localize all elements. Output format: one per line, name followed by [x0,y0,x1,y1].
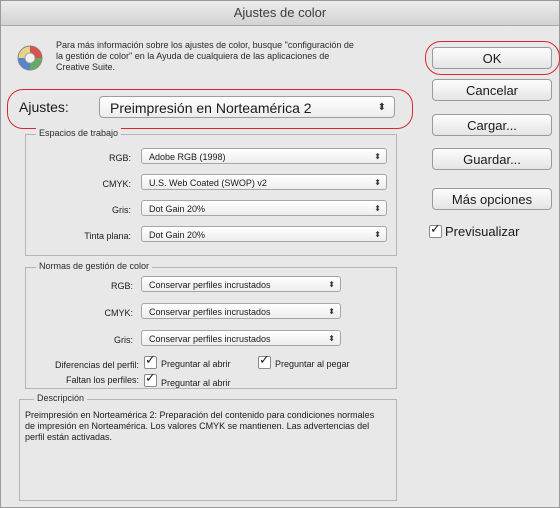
select-arrows-icon: ⬍ [374,178,381,187]
missing-ask-when-opening-checkbox[interactable] [144,370,157,387]
policies-title: Normas de gestión de color [36,261,153,271]
more-options-button[interactable]: Más opciones [432,188,552,210]
load-button[interactable]: Cargar... [432,114,552,136]
color-wheel-icon [17,45,43,71]
policy-gray-select[interactable]: Conservar perfiles incrustados ⬍ [141,330,341,346]
missing-ask-when-opening-label: Preguntar al abrir [161,378,231,388]
workspace-gray-label: Gris: [112,205,131,215]
policy-cmyk-label: CMYK: [104,308,133,318]
workspace-gray-select[interactable]: Dot Gain 20% ⬍ [141,200,387,216]
workspaces-title: Espacios de trabajo [36,128,122,138]
preview-label: Previsualizar [445,224,520,239]
select-arrows-icon: ⬍ [377,102,386,113]
workspace-gray-value: Dot Gain 20% [149,204,206,214]
description-title: Descripción [34,393,88,403]
workspace-cmyk-select[interactable]: U.S. Web Coated (SWOP) v2 ⬍ [141,174,387,190]
select-arrows-icon: ⬍ [374,230,381,239]
settings-row: Ajustes: Preimpresión en Norteamérica 2 … [11,91,409,125]
workspace-spot-select[interactable]: Dot Gain 20% ⬍ [141,226,387,242]
select-arrows-icon: ⬍ [374,204,381,213]
preview-checkbox[interactable] [429,221,442,238]
info-text: Para más información sobre los ajustes d… [56,40,354,72]
workspace-cmyk-label: CMYK: [102,179,131,189]
workspace-rgb-select[interactable]: Adobe RGB (1998) ⬍ [141,148,387,164]
description-text: Preimpresión en Norteamérica 2: Preparac… [25,410,375,442]
workspace-rgb-value: Adobe RGB (1998) [149,152,226,162]
color-settings-dialog: Ajustes de color Para más información so… [0,0,560,508]
workspace-rgb-label: RGB: [108,153,131,163]
policy-gray-value: Conservar perfiles incrustados [149,334,271,344]
select-arrows-icon: ⬍ [328,307,335,316]
select-arrows-icon: ⬍ [328,334,335,343]
workspace-cmyk-value: U.S. Web Coated (SWOP) v2 [149,178,267,188]
select-arrows-icon: ⬍ [374,152,381,161]
ask-when-opening-checkbox[interactable] [144,352,157,369]
profile-mismatch-label: Diferencias del perfil: [54,360,139,370]
workspace-spot-value: Dot Gain 20% [149,230,206,240]
policy-gray-label: Gris: [114,335,133,345]
settings-label: Ajustes: [19,99,69,115]
ask-when-opening-label: Preguntar al abrir [161,359,231,369]
cancel-button[interactable]: Cancelar [432,79,552,101]
settings-value: Preimpresión en Norteamérica 2 [110,100,312,116]
missing-profiles-label: Faltan los perfiles: [65,375,139,385]
policy-rgb-label: RGB: [110,281,133,291]
ok-button[interactable]: OK [432,47,552,69]
save-button[interactable]: Guardar... [432,148,552,170]
policy-rgb-select[interactable]: Conservar perfiles incrustados ⬍ [141,276,341,292]
policy-cmyk-select[interactable]: Conservar perfiles incrustados ⬍ [141,303,341,319]
select-arrows-icon: ⬍ [328,280,335,289]
ask-when-pasting-label: Preguntar al pegar [275,359,350,369]
settings-select[interactable]: Preimpresión en Norteamérica 2 ⬍ [99,96,395,118]
dialog-title: Ajustes de color [1,1,559,26]
policy-rgb-value: Conservar perfiles incrustados [149,280,271,290]
workspace-spot-label: Tinta plana: [84,231,131,241]
ask-when-pasting-checkbox[interactable] [258,352,271,369]
policy-cmyk-value: Conservar perfiles incrustados [149,307,271,317]
